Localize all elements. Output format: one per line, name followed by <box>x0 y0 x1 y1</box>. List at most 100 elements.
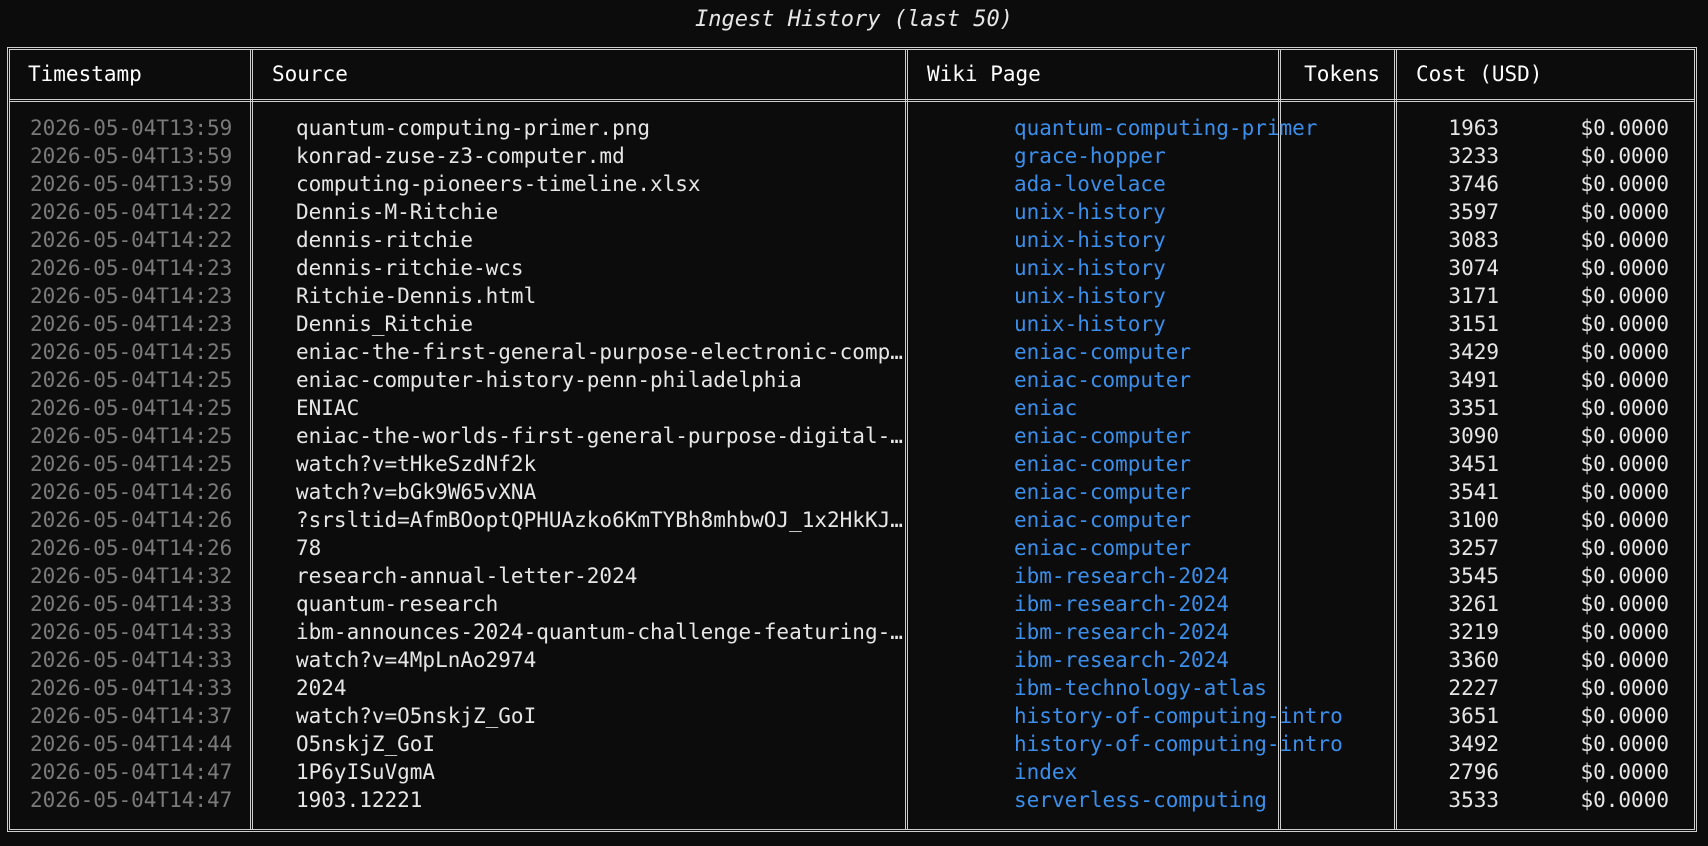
cost-cell: $0.0000 <box>1580 116 1669 140</box>
table-row[interactable]: 2026-05-04T14:26 watch?v=bGk9W65vXNA eniac… <box>10 478 1694 506</box>
timestamp-cell: 2026-05-04T14:25 <box>30 368 233 392</box>
cost-cell: $0.0000 <box>1580 424 1669 448</box>
table-row[interactable]: 2026-05-04T14:22 Dennis-M-Ritchie unix-his… <box>10 198 1694 226</box>
wiki-page-link[interactable]: index <box>1014 758 1394 786</box>
wiki-page-link[interactable]: unix-history <box>1014 198 1394 226</box>
table-row[interactable]: 2026-05-04T14:37 watch?v=O5nskjZ_GoI histo… <box>10 702 1694 730</box>
wiki-page-link[interactable]: eniac-computer <box>1014 506 1394 534</box>
wiki-page-link[interactable]: unix-history <box>1014 226 1394 254</box>
tokens-cell: 3597 <box>1448 200 1499 224</box>
wiki-page-link[interactable]: history-of-computing-intro <box>1014 702 1394 730</box>
tokens-cell: 3541 <box>1448 480 1499 504</box>
table-row[interactable]: 2026-05-04T14:25 ENIAC eniac 3351 $0.0000 <box>10 394 1694 422</box>
wiki-page-link[interactable]: unix-history <box>1014 254 1394 282</box>
table-row[interactable]: 2026-05-04T13:59 computing-pioneers-timel… <box>10 170 1694 198</box>
tokens-cell: 3151 <box>1448 312 1499 336</box>
tokens-cell: 3746 <box>1448 172 1499 196</box>
wiki-page-link[interactable]: unix-history <box>1014 310 1394 338</box>
table-row[interactable]: 2026-05-04T14:25 eniac-the-first-general-… <box>10 338 1694 366</box>
header-timestamp[interactable]: Timestamp <box>28 50 142 99</box>
table-header: Timestamp Source Wiki Page Tokens Cost (… <box>10 50 1694 99</box>
table-row[interactable]: 2026-05-04T14:23 Ritchie-Dennis.html unix-… <box>10 282 1694 310</box>
timestamp-cell: 2026-05-04T14:23 <box>30 312 233 336</box>
header-source[interactable]: Source <box>272 50 348 99</box>
table-row[interactable]: 2026-05-04T14:23 Dennis_Ritchie unix-histo… <box>10 310 1694 338</box>
source-cell: dennis-ritchie <box>296 228 474 252</box>
wiki-page-link[interactable]: eniac-computer <box>1014 338 1394 366</box>
tokens-cell: 3233 <box>1448 144 1499 168</box>
timestamp-cell: 2026-05-04T14:37 <box>30 704 233 728</box>
table-row[interactable]: 2026-05-04T14:26 78 eniac-computer 3257 $0.0… <box>10 534 1694 562</box>
tokens-cell: 3351 <box>1448 396 1499 420</box>
table-row[interactable]: 2026-05-04T14:33 watch?v=4MpLnAo2974 ibm-r… <box>10 646 1694 674</box>
cost-cell: $0.0000 <box>1580 200 1669 224</box>
wiki-page-link[interactable]: quantum-computing-primer <box>1014 114 1394 142</box>
table-row[interactable]: 2026-05-04T13:59 quantum-computing-primer… <box>10 114 1694 142</box>
source-cell: Ritchie-Dennis.html <box>296 284 537 308</box>
timestamp-cell: 2026-05-04T13:59 <box>30 172 233 196</box>
tokens-cell: 3360 <box>1448 648 1499 672</box>
source-cell: eniac-the-first-general-purpose-electron… <box>296 340 903 364</box>
wiki-page-link[interactable]: serverless-computing <box>1014 786 1394 814</box>
timestamp-cell: 2026-05-04T14:33 <box>30 620 233 644</box>
table-row[interactable]: 2026-05-04T13:59 konrad-zuse-z3-computer.… <box>10 142 1694 170</box>
cost-cell: $0.0000 <box>1580 228 1669 252</box>
source-cell: 1P6yISuVgmA <box>296 760 436 784</box>
wiki-page-link[interactable]: ibm-research-2024 <box>1014 618 1394 646</box>
header-wiki-page[interactable]: Wiki Page <box>927 50 1041 99</box>
wiki-page-link[interactable]: eniac-computer <box>1014 478 1394 506</box>
table-row[interactable]: 2026-05-04T14:44 O5nskjZ_GoI history-of-co… <box>10 730 1694 758</box>
header-tokens[interactable]: Tokens <box>1300 50 1380 99</box>
tokens-cell: 3492 <box>1448 732 1499 756</box>
timestamp-cell: 2026-05-04T14:23 <box>30 284 233 308</box>
cost-cell: $0.0000 <box>1580 312 1669 336</box>
cost-cell: $0.0000 <box>1580 508 1669 532</box>
cost-cell: $0.0000 <box>1580 788 1669 812</box>
wiki-page-link[interactable]: unix-history <box>1014 282 1394 310</box>
table-row[interactable]: 2026-05-04T14:25 eniac-the-worlds-first-g… <box>10 422 1694 450</box>
wiki-page-link[interactable]: eniac-computer <box>1014 366 1394 394</box>
source-cell: computing-pioneers-timeline.xlsx <box>296 172 701 196</box>
cost-cell: $0.0000 <box>1580 676 1669 700</box>
wiki-page-link[interactable]: ibm-research-2024 <box>1014 562 1394 590</box>
source-cell: Dennis_Ritchie <box>296 312 474 336</box>
wiki-page-link[interactable]: eniac-computer <box>1014 422 1394 450</box>
timestamp-cell: 2026-05-04T14:26 <box>30 536 233 560</box>
wiki-page-link[interactable]: eniac-computer <box>1014 450 1394 478</box>
table-row[interactable]: 2026-05-04T14:33 quantum-research ibm-rese… <box>10 590 1694 618</box>
wiki-page-link[interactable]: eniac-computer <box>1014 534 1394 562</box>
table-row[interactable]: 2026-05-04T14:47 1P6yISuVgmA index 2796 $0.0… <box>10 758 1694 786</box>
table-row[interactable]: 2026-05-04T14:22 dennis-ritchie unix-histo… <box>10 226 1694 254</box>
timestamp-cell: 2026-05-04T14:23 <box>30 256 233 280</box>
cost-cell: $0.0000 <box>1580 732 1669 756</box>
table-row[interactable]: 2026-05-04T14:25 eniac-computer-history-p… <box>10 366 1694 394</box>
table-row[interactable]: 2026-05-04T14:33 ibm-announces-2024-quant… <box>10 618 1694 646</box>
wiki-page-link[interactable]: ibm-technology-atlas <box>1014 674 1394 702</box>
wiki-page-link[interactable]: ibm-research-2024 <box>1014 646 1394 674</box>
tokens-cell: 3090 <box>1448 424 1499 448</box>
wiki-page-link[interactable]: ibm-research-2024 <box>1014 590 1394 618</box>
cost-cell: $0.0000 <box>1580 564 1669 588</box>
timestamp-cell: 2026-05-04T14:47 <box>30 788 233 812</box>
table-title: Ingest History (last 50) <box>695 7 1013 32</box>
header-cost[interactable]: Cost (USD) <box>1416 50 1542 99</box>
timestamp-cell: 2026-05-04T14:22 <box>30 200 233 224</box>
table-row[interactable]: 2026-05-04T14:25 watch?v=tHkeSzdNf2k eniac… <box>10 450 1694 478</box>
table-row[interactable]: 2026-05-04T14:32 research-annual-letter-2… <box>10 562 1694 590</box>
cost-cell: $0.0000 <box>1580 396 1669 420</box>
wiki-page-link[interactable]: ada-lovelace <box>1014 170 1394 198</box>
table-row[interactable]: 2026-05-04T14:26 ?srsltid=AfmBOoptQPHUAzk… <box>10 506 1694 534</box>
table-row[interactable]: 2026-05-04T14:47 1903.12221 serverless-com… <box>10 786 1694 814</box>
cost-cell: $0.0000 <box>1580 452 1669 476</box>
cost-cell: $0.0000 <box>1580 340 1669 364</box>
timestamp-cell: 2026-05-04T14:25 <box>30 396 233 420</box>
source-cell: watch?v=O5nskjZ_GoI <box>296 704 537 728</box>
table-row[interactable]: 2026-05-04T14:33 2024 ibm-technology-atlas… <box>10 674 1694 702</box>
source-cell: eniac-computer-history-penn-philadelphia <box>296 368 802 392</box>
wiki-page-link[interactable]: eniac <box>1014 394 1394 422</box>
wiki-page-link[interactable]: history-of-computing-intro <box>1014 730 1394 758</box>
timestamp-cell: 2026-05-04T13:59 <box>30 144 233 168</box>
tokens-cell: 3257 <box>1448 536 1499 560</box>
wiki-page-link[interactable]: grace-hopper <box>1014 142 1394 170</box>
table-row[interactable]: 2026-05-04T14:23 dennis-ritchie-wcs unix-h… <box>10 254 1694 282</box>
